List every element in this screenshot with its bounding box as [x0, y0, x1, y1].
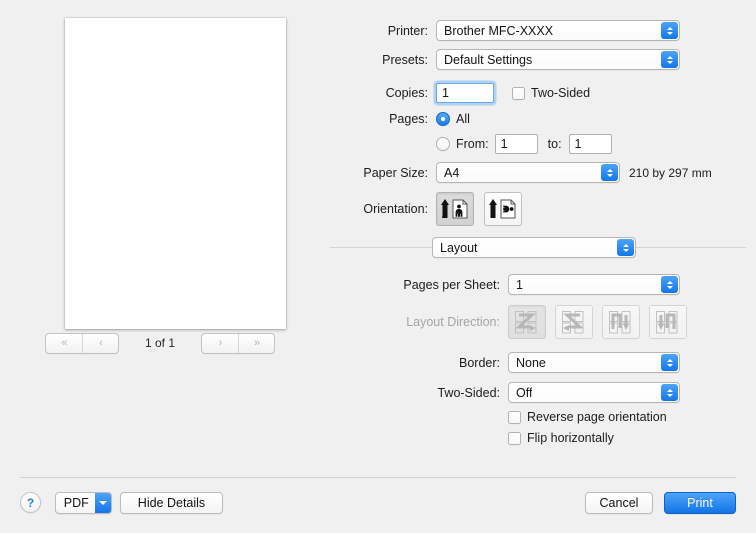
- two-sided-value: Off: [509, 386, 532, 400]
- orientation-row: Orientation:: [320, 192, 680, 226]
- pages-from-label: From:: [456, 137, 489, 151]
- pages-all-radio-row[interactable]: All: [436, 112, 470, 126]
- two-sided-label: Two-Sided:: [320, 386, 500, 400]
- printer-row: Printer: Brother MFC-XXXX: [320, 20, 680, 41]
- chevron-updown-icon: [661, 354, 678, 371]
- reverse-page-orientation-label: Reverse page orientation: [527, 410, 667, 424]
- paper-size-select[interactable]: A4: [436, 162, 620, 183]
- presets-value: Default Settings: [437, 53, 532, 67]
- border-value: None: [509, 356, 546, 370]
- pane-select-value: Layout: [433, 241, 478, 255]
- pages-to-input[interactable]: 1: [569, 134, 612, 154]
- pages-label: Pages:: [320, 112, 428, 126]
- pages-per-sheet-row: Pages per Sheet: 1: [320, 274, 700, 295]
- presets-select[interactable]: Default Settings: [436, 49, 680, 70]
- printer-value: Brother MFC-XXXX: [437, 24, 553, 38]
- layout-direction-label: Layout Direction:: [320, 315, 500, 329]
- pages-to-label: to:: [548, 137, 562, 151]
- pages-per-sheet-label: Pages per Sheet:: [320, 278, 500, 292]
- flip-horizontally-label: Flip horizontally: [527, 431, 614, 445]
- pane-select[interactable]: Layout: [432, 237, 636, 258]
- print-dialog: « ‹ 1 of 1 › » Printer: Brother MFC-XXXX…: [0, 0, 756, 533]
- layout-n-reverse-icon: [654, 309, 682, 335]
- chevron-updown-icon: [661, 51, 678, 68]
- pages-per-sheet-select[interactable]: 1: [508, 274, 680, 295]
- copies-label: Copies:: [320, 86, 428, 100]
- pages-per-sheet-value: 1: [509, 278, 523, 292]
- cancel-button[interactable]: Cancel: [585, 492, 653, 514]
- pages-all-label: All: [456, 112, 470, 126]
- flip-horizontally-wrap[interactable]: Flip horizontally: [508, 431, 614, 445]
- reverse-page-orientation-row[interactable]: Reverse page orientation: [500, 410, 667, 424]
- layout-n-down-icon: [607, 309, 635, 335]
- pdf-button-label: PDF: [56, 496, 95, 510]
- two-sided-row: Two-Sided: Off: [320, 382, 700, 403]
- layout-z-reverse-icon: [560, 309, 588, 335]
- border-select[interactable]: None: [508, 352, 680, 373]
- two-sided-select[interactable]: Off: [508, 382, 680, 403]
- pages-range-radio[interactable]: [436, 137, 450, 151]
- chevron-updown-icon: [617, 239, 634, 256]
- preview-pagination: « ‹ 1 of 1 › »: [0, 331, 320, 355]
- pagination-forward-group: › »: [201, 333, 275, 354]
- first-page-button[interactable]: «: [46, 334, 82, 353]
- layout-direction-z-reverse-button[interactable]: [555, 305, 593, 339]
- chevron-updown-icon: [661, 22, 678, 39]
- orientation-label: Orientation:: [320, 202, 428, 216]
- two-sided-checkbox-label: Two-Sided: [531, 86, 590, 100]
- paper-size-label: Paper Size:: [320, 166, 428, 180]
- presets-label: Presets:: [320, 53, 428, 67]
- two-sided-checkbox-row[interactable]: Two-Sided: [512, 86, 590, 100]
- presets-row: Presets: Default Settings: [320, 49, 680, 70]
- help-button[interactable]: ?: [20, 492, 41, 513]
- pdf-menu-button[interactable]: PDF: [55, 492, 112, 514]
- flip-horizontally-checkbox[interactable]: [508, 432, 521, 445]
- paper-dimensions-text: 210 by 297 mm: [629, 166, 712, 180]
- previous-page-button[interactable]: ‹: [82, 334, 118, 353]
- hide-details-button[interactable]: Hide Details: [120, 492, 223, 514]
- layout-direction-row: Layout Direction:: [320, 305, 720, 339]
- pages-from-input[interactable]: 1: [495, 134, 538, 154]
- flip-horizontally-row[interactable]: Flip horizontally: [500, 431, 614, 445]
- copies-row: Copies: 1 Two-Sided: [320, 83, 700, 103]
- layout-direction-n-reverse-button[interactable]: [649, 305, 687, 339]
- pages-all-radio[interactable]: [436, 112, 450, 126]
- layout-direction-n-down-button[interactable]: [602, 305, 640, 339]
- two-sided-checkbox[interactable]: [512, 87, 525, 100]
- layout-z-across-icon: [513, 309, 541, 335]
- reverse-page-orientation-checkbox[interactable]: [508, 411, 521, 424]
- border-label: Border:: [320, 356, 500, 370]
- orientation-landscape-button[interactable]: [484, 192, 522, 226]
- orientation-portrait-button[interactable]: [436, 192, 474, 226]
- printer-label: Printer:: [320, 24, 428, 38]
- paper-size-value: A4: [437, 166, 459, 180]
- last-page-button[interactable]: »: [238, 334, 274, 353]
- next-page-button[interactable]: ›: [202, 334, 238, 353]
- print-settings-pane: Printer: Brother MFC-XXXX Presets: Defau…: [320, 0, 756, 470]
- reverse-page-orientation-wrap[interactable]: Reverse page orientation: [508, 410, 667, 424]
- pages-all-row: Pages: All: [320, 112, 620, 126]
- print-button[interactable]: Print: [664, 492, 736, 514]
- preview-page-thumbnail: [65, 18, 286, 329]
- border-row: Border: None: [320, 352, 700, 373]
- copies-input[interactable]: 1: [436, 83, 494, 103]
- portrait-icon: [440, 197, 470, 221]
- pages-range-row: From: 1 to: 1: [320, 134, 680, 154]
- paper-size-row: Paper Size: A4 210 by 297 mm: [320, 162, 740, 183]
- pagination-back-group: « ‹: [45, 333, 119, 354]
- print-preview-pane: « ‹ 1 of 1 › »: [0, 0, 320, 470]
- pages-range-radio-row[interactable]: From:: [436, 137, 489, 151]
- page-indicator: 1 of 1: [145, 336, 175, 350]
- print-pane-selector: Layout: [432, 237, 636, 258]
- landscape-icon: [488, 197, 518, 221]
- printer-select[interactable]: Brother MFC-XXXX: [436, 20, 680, 41]
- chevron-down-icon: [95, 493, 112, 513]
- chevron-updown-icon: [601, 164, 618, 181]
- chevron-updown-icon: [661, 276, 678, 293]
- footer-separator: [20, 477, 736, 478]
- chevron-updown-icon: [661, 384, 678, 401]
- layout-direction-z-across-button[interactable]: [508, 305, 546, 339]
